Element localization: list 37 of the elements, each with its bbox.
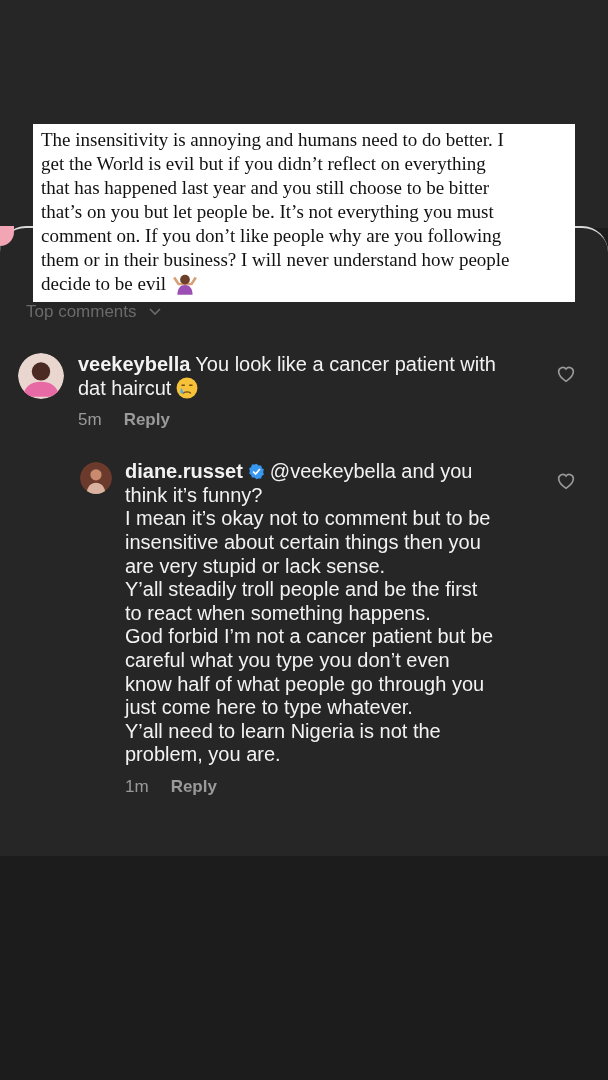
- note-text: decide to be evil: [41, 272, 167, 296]
- reply-button[interactable]: Reply: [170, 776, 217, 797]
- comment-text: You look like a cancer patient with: [195, 353, 496, 377]
- username[interactable]: veekeybella: [78, 353, 191, 377]
- chevron-icon[interactable]: [148, 308, 161, 316]
- comment-text: @veekeybella and you: [269, 460, 473, 484]
- shrugging-figure-icon: [172, 273, 199, 295]
- note-text: them or in their business? I will never understand how people: [41, 248, 510, 272]
- note-text: that’s on you but let people be. It’s not everything you must: [41, 200, 494, 224]
- comment-text: just come here to type whatever.: [125, 696, 413, 720]
- avatar[interactable]: [80, 462, 112, 495]
- comment-text: know half of what people go through you: [125, 672, 485, 697]
- reply-button[interactable]: Reply: [123, 410, 170, 431]
- comment-text: insensitive about certain things then you: [125, 530, 481, 555]
- heart-icon[interactable]: [556, 365, 576, 383]
- comment-text: problem, you are.: [125, 743, 281, 767]
- section-title[interactable]: Top comments: [26, 303, 137, 321]
- timestamp: 5m: [78, 410, 102, 431]
- note-text: get the World is evil but if you didn’t reflect on everything: [41, 152, 486, 176]
- comment-text: are very stupid or lack sense.: [125, 554, 386, 579]
- timestamp: 1m: [125, 776, 149, 797]
- avatar[interactable]: [18, 353, 64, 399]
- comment-text: careful what you type you don’t even: [125, 648, 450, 673]
- note-text: comment on. If you don’t like people why are you following: [41, 224, 502, 248]
- background-edge: [0, 226, 14, 246]
- comment-text: dat haircut: [78, 376, 172, 401]
- comment-text: Y’all need to learn Nigeria is not the: [125, 719, 441, 744]
- comment-text: Y’all steadily troll people and be the first: [125, 578, 478, 602]
- note-text: that has happened last year and you still choose to be bitter: [41, 176, 489, 200]
- crying-face-icon: [176, 377, 199, 400]
- comment-text: think it’s funny?: [125, 483, 263, 508]
- username[interactable]: diane.russet: [125, 460, 243, 484]
- note-text: The insensitivity is annoying and humans need to do better. I: [41, 128, 504, 152]
- comment-text: I mean it’s okay not to comment but to be: [125, 507, 491, 531]
- heart-icon[interactable]: [556, 472, 576, 491]
- comment-text: God forbid I’m not a cancer patient but be: [125, 625, 493, 649]
- comment-text: to react when something happens.: [125, 601, 431, 626]
